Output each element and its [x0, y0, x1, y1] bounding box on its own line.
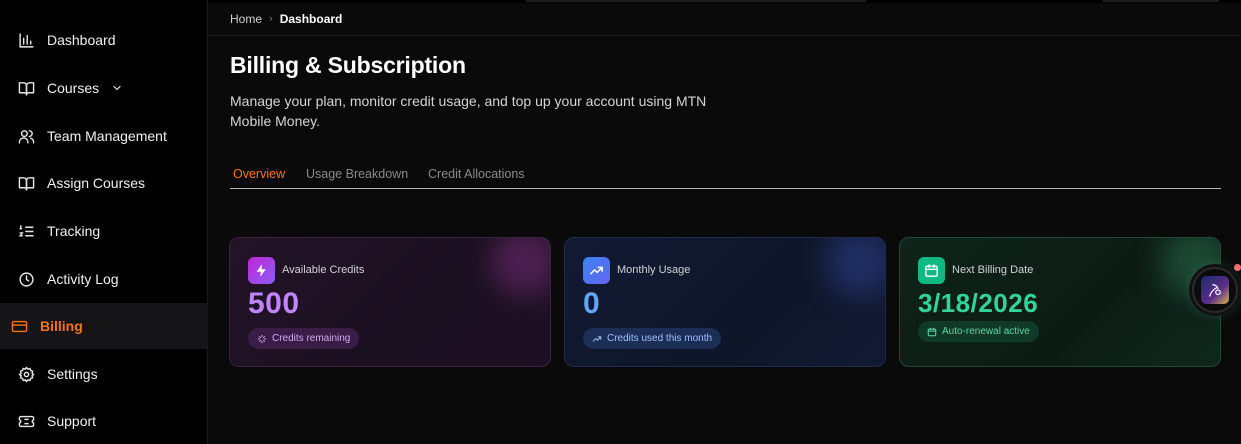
credits-remaining-badge: Credits remaining	[248, 328, 360, 349]
floating-assistant-button[interactable]	[1192, 267, 1238, 313]
next-billing-card: Next Billing Date 3/18/2026 Auto-renewal…	[899, 237, 1221, 367]
breadcrumb: Home › Dashboard	[208, 3, 1241, 36]
sidebar-item-support[interactable]: Support	[0, 398, 208, 444]
sidebar-item-label: Courses	[47, 80, 100, 96]
bar-chart-icon	[17, 31, 35, 49]
list-ordered-icon	[17, 222, 35, 240]
sidebar-item-label: Billing	[40, 318, 83, 334]
sidebar-item-team-management[interactable]: Team Management	[0, 113, 208, 159]
sidebar: Dashboard Courses Team Management Assign…	[0, 0, 208, 444]
page-title: Billing & Subscription	[230, 52, 466, 78]
breadcrumb-separator: ›	[269, 13, 273, 25]
card-title: Next Billing Date	[952, 264, 1034, 276]
usage-value: 0	[583, 287, 601, 320]
breadcrumb-home[interactable]: Home	[230, 12, 262, 26]
users-icon	[17, 127, 35, 145]
sidebar-item-label: Support	[47, 413, 97, 429]
assistant-avatar-icon	[1201, 276, 1229, 304]
sidebar-item-settings[interactable]: Settings	[0, 351, 208, 397]
ticket-icon	[17, 412, 35, 430]
sidebar-item-activity-log[interactable]: Activity Log	[0, 256, 208, 302]
credits-used-badge: Credits used this month	[583, 328, 722, 349]
credits-value: 500	[248, 287, 300, 320]
sidebar-item-label: Tracking	[47, 223, 101, 239]
clock-icon	[17, 270, 35, 288]
top-strip-segment	[526, 0, 866, 2]
calendar-icon	[927, 327, 937, 336]
tab-credit-allocations[interactable]: Credit Allocations	[428, 167, 525, 181]
sidebar-item-label: Activity Log	[47, 271, 119, 287]
sidebar-item-billing[interactable]: Billing	[0, 303, 208, 349]
auto-renewal-badge: Auto-renewal active	[918, 321, 1039, 342]
badge-label: Credits used this month	[607, 333, 713, 344]
badge-label: Auto-renewal active	[942, 326, 1030, 337]
sidebar-item-assign-courses[interactable]: Assign Courses	[0, 160, 208, 206]
sidebar-item-label: Dashboard	[47, 32, 116, 48]
notification-dot	[1234, 264, 1241, 271]
card-glow	[825, 238, 885, 296]
card-glow	[490, 238, 550, 296]
book-open-icon	[17, 174, 35, 192]
tab-usage-breakdown[interactable]: Usage Breakdown	[306, 167, 408, 181]
gear-icon	[17, 365, 35, 383]
card-title: Available Credits	[282, 264, 365, 276]
calendar-icon	[918, 257, 945, 284]
tab-bar: Overview Usage Breakdown Credit Allocati…	[230, 163, 1221, 189]
sparkle-icon	[257, 334, 267, 343]
card-title: Monthly Usage	[617, 264, 691, 276]
tab-overview[interactable]: Overview	[233, 167, 285, 181]
sidebar-item-courses[interactable]: Courses	[0, 65, 208, 111]
sidebar-item-dashboard[interactable]: Dashboard	[0, 17, 208, 63]
available-credits-card: Available Credits 500 Credits remaining	[229, 237, 551, 367]
breadcrumb-current: Dashboard	[279, 12, 343, 26]
sidebar-item-label: Assign Courses	[47, 175, 146, 191]
sidebar-item-tracking[interactable]: Tracking	[0, 208, 208, 254]
chevron-down-icon[interactable]	[111, 82, 123, 94]
book-open-icon	[17, 79, 35, 97]
sidebar-item-label: Settings	[47, 366, 98, 382]
sidebar-item-label: Team Management	[47, 128, 167, 144]
top-strip-segment	[1103, 0, 1219, 2]
trending-up-icon	[592, 335, 602, 342]
lightning-icon	[248, 257, 275, 284]
badge-label: Credits remaining	[272, 333, 351, 344]
trending-up-icon	[583, 257, 610, 284]
billing-date-value: 3/18/2026	[918, 288, 1039, 318]
page-description: Manage your plan, monitor credit usage, …	[230, 93, 707, 129]
monthly-usage-card: Monthly Usage 0 Credits used this month	[564, 237, 886, 367]
credit-card-icon	[10, 317, 28, 335]
